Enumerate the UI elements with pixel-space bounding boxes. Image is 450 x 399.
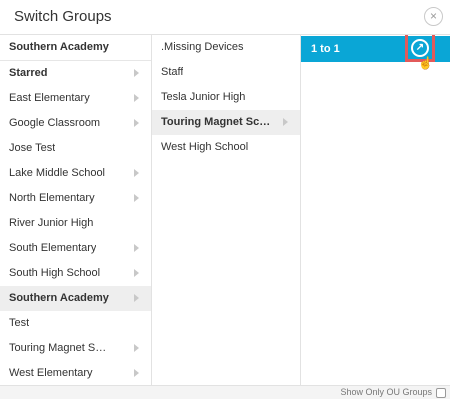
group-item[interactable]: .Missing Devices [152, 35, 300, 60]
chevron-right-icon [134, 344, 139, 352]
group-item[interactable]: West Elementary [0, 361, 151, 385]
group-item-label: Tesla Junior High [161, 91, 246, 103]
group-item-label: Jose Test [9, 142, 56, 154]
group-item[interactable]: South High School [0, 261, 151, 286]
show-only-ou-checkbox[interactable] [436, 388, 446, 398]
groups-column-1: Southern Academy Starred East Elementary Go… [0, 35, 152, 385]
chevron-right-icon [134, 119, 139, 127]
close-icon[interactable]: × [424, 7, 443, 26]
chevron-right-icon [134, 194, 139, 202]
dialog-header: Switch Groups × [0, 0, 450, 35]
group-item[interactable]: South Elementary [0, 236, 151, 261]
groups-column-3: 1 to 1 ↗ ☝ [301, 35, 450, 385]
group-item[interactable]: Touring Magnet Sch… [152, 110, 300, 135]
group-item-label: Test [9, 317, 30, 329]
group-item-label: Southern Academy [9, 292, 109, 304]
chevron-right-icon [134, 294, 139, 302]
group-item[interactable]: River Junior High [0, 211, 151, 236]
group-item[interactable]: Southern Academy [0, 286, 151, 311]
group-item-label: Starred [9, 67, 48, 79]
group-item-label: Touring Magnet Sch… [161, 116, 271, 128]
chevron-right-icon [134, 69, 139, 77]
group-item[interactable]: Staff [152, 60, 300, 85]
group-item-label: Southern Academy [9, 41, 109, 53]
groups-column-2: .Missing Devices Staff Tesla Junior High To… [152, 35, 301, 385]
group-item-label: Lake Middle School [9, 167, 106, 179]
group-item-label: River Junior High [9, 217, 94, 229]
group-item[interactable]: Lake Middle School [0, 161, 151, 186]
dialog-title: Switch Groups [14, 8, 112, 25]
group-item[interactable]: Starred [0, 61, 151, 86]
chevron-right-icon [134, 269, 139, 277]
chevron-right-icon [134, 244, 139, 252]
group-item-label: Google Classroom [9, 117, 101, 129]
group-item[interactable]: Tesla Junior High [152, 85, 300, 110]
group-item-label: South High School [9, 267, 101, 279]
group-item-label: .Missing Devices [161, 41, 244, 53]
group-item[interactable]: East Elementary [0, 86, 151, 111]
group-item-label: Staff [161, 66, 184, 78]
launch-icon[interactable]: ↗ [411, 39, 429, 57]
group-item-label: North Elementary [9, 192, 95, 204]
group-item[interactable]: Jose Test [0, 136, 151, 161]
group-item-label: West High School [161, 141, 249, 153]
group-item-1-to-1[interactable]: 1 to 1 ↗ ☝ [301, 35, 450, 70]
chevron-right-icon [134, 369, 139, 377]
chevron-right-icon [134, 94, 139, 102]
group-item[interactable]: Google Classroom [0, 111, 151, 136]
group-item[interactable]: Touring Magnet School [0, 336, 151, 361]
group-item[interactable]: West High School [152, 135, 300, 160]
group-item-label: 1 to 1 [311, 43, 340, 55]
group-item-label: Touring Magnet School [9, 342, 109, 354]
group-item[interactable]: Test [0, 311, 151, 336]
group-item-label: East Elementary [9, 92, 90, 104]
chevron-right-icon [283, 118, 288, 126]
show-only-ou-label: Show Only OU Groups [340, 387, 432, 397]
group-item[interactable]: Southern Academy [0, 35, 151, 60]
chevron-right-icon [134, 169, 139, 177]
group-item-label: West Elementary [9, 367, 93, 379]
group-item-label: South Elementary [9, 242, 97, 254]
dialog-footer: Show Only OU Groups [0, 385, 450, 399]
group-item[interactable]: North Elementary [0, 186, 151, 211]
